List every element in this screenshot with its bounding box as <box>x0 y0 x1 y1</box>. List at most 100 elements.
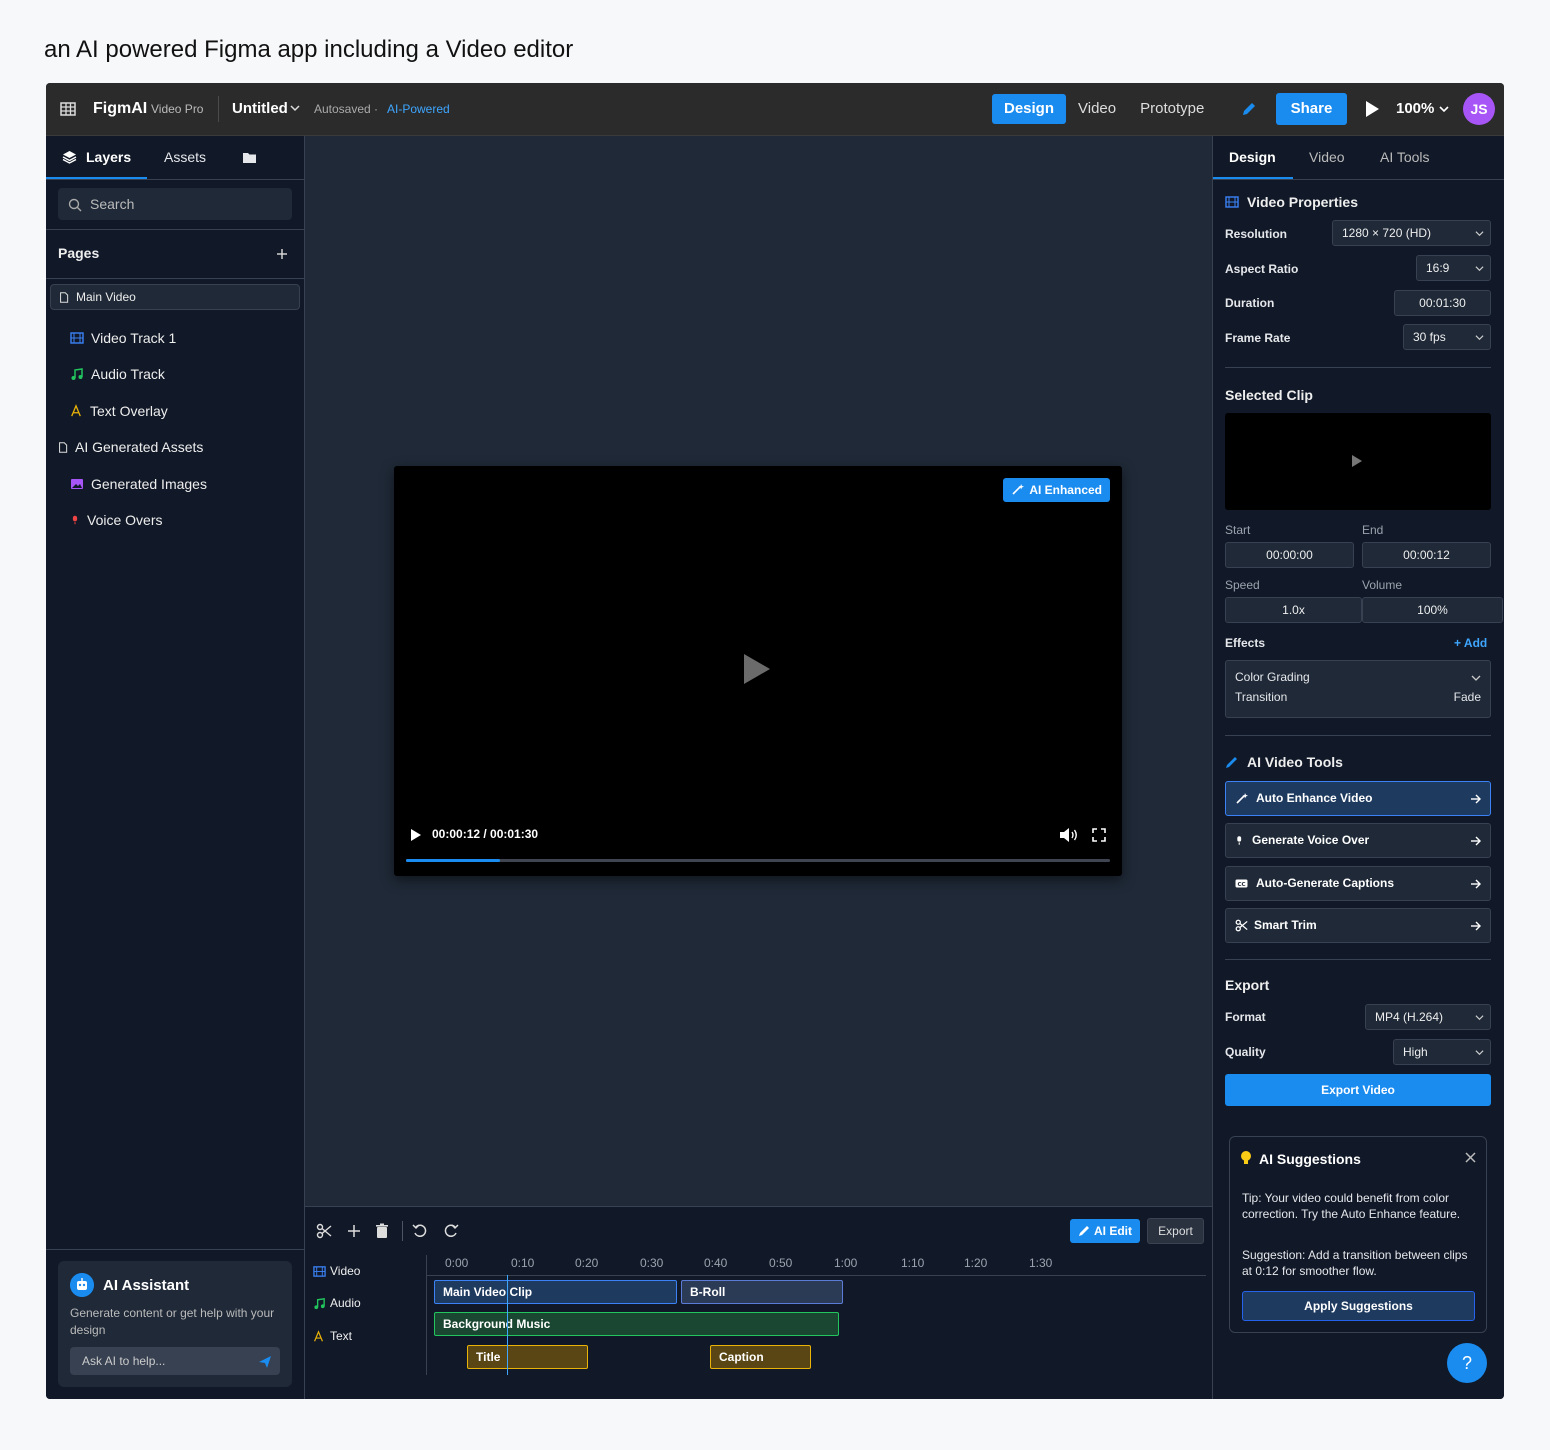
format-label: Format <box>1225 1010 1266 1024</box>
volume-field[interactable]: 100% <box>1362 597 1503 623</box>
tree-item-video-track[interactable]: Video Track 1 <box>70 320 300 356</box>
tree-item-voice-overs[interactable]: Voice Overs <box>70 502 300 538</box>
aspect-ratio-select[interactable]: 16:9 <box>1416 255 1491 281</box>
canvas: AI Enhanced 00:00:12 / 00:01:30 <box>305 136 1212 1206</box>
add-effect-button[interactable]: + Add <box>1454 636 1487 650</box>
track-name: Text <box>330 1329 353 1343</box>
file-name[interactable]: Untitled <box>232 100 288 117</box>
trash-icon[interactable] <box>374 1223 390 1239</box>
mode-video[interactable]: Video <box>1066 94 1128 124</box>
mode-design[interactable]: Design <box>992 94 1067 124</box>
chevron-down-icon[interactable] <box>289 102 301 114</box>
avatar[interactable]: JS <box>1463 93 1495 125</box>
track-name: Audio <box>330 1296 361 1310</box>
tab-assets[interactable]: Assets <box>164 149 206 165</box>
timeline-export-button[interactable]: Export <box>1147 1218 1204 1244</box>
export-video-button[interactable]: Export Video <box>1225 1074 1491 1106</box>
magic-wand-icon <box>1236 793 1248 804</box>
progress-fill <box>406 859 500 862</box>
ruler-tick: 0:50 <box>769 1256 793 1270</box>
clip-background-music[interactable]: Background Music <box>434 1312 839 1336</box>
clip-broll[interactable]: B-Roll <box>681 1280 843 1304</box>
tab-design[interactable]: Design <box>1229 149 1276 165</box>
tree-item-ai-assets[interactable]: AI Generated Assets <box>58 429 300 465</box>
badge-label: AI Enhanced <box>1029 483 1102 497</box>
resolution-select[interactable]: 1280 × 720 (HD) <box>1332 220 1491 246</box>
active-tab-indicator <box>46 177 147 179</box>
video-player[interactable]: AI Enhanced 00:00:12 / 00:01:30 <box>394 466 1122 876</box>
select-value: 30 fps <box>1413 330 1446 344</box>
tree-item-text-overlay[interactable]: Text Overlay <box>70 393 300 429</box>
folder-icon[interactable] <box>242 151 257 164</box>
effect-transition-value: Fade <box>1453 690 1481 704</box>
text-icon <box>314 1329 323 1341</box>
ai-ask-input[interactable] <box>82 1347 252 1375</box>
ruler-tick: 0:10 <box>511 1256 535 1270</box>
clip-main-video[interactable]: Main Video Clip <box>434 1280 677 1304</box>
play-icon[interactable] <box>1364 100 1380 118</box>
frame-rate-select[interactable]: 30 fps <box>1403 324 1491 350</box>
quality-select[interactable]: High <box>1393 1039 1491 1065</box>
add-page-icon[interactable] <box>276 248 288 260</box>
left-tabs: Layers Assets <box>46 136 305 180</box>
left-panel: Layers Assets Pages Main Video Video Tra… <box>46 136 305 1399</box>
scissors-icon[interactable] <box>316 1223 332 1239</box>
tree-item-label: Video Track 1 <box>91 330 177 346</box>
progress-bar[interactable] <box>406 859 1110 862</box>
mode-prototype[interactable]: Prototype <box>1128 94 1216 124</box>
clip-title[interactable]: Title <box>467 1345 588 1369</box>
start-field[interactable]: 00:00:00 <box>1225 542 1354 568</box>
clip-caption[interactable]: Caption <box>710 1345 811 1369</box>
clip-preview[interactable] <box>1225 413 1491 510</box>
volume-icon[interactable] <box>1059 827 1079 843</box>
play-icon[interactable] <box>410 828 422 842</box>
pen-icon[interactable] <box>1240 100 1258 118</box>
tree-item-main-video[interactable]: Main Video <box>50 284 300 310</box>
undo-icon[interactable] <box>412 1223 428 1239</box>
tab-video[interactable]: Video <box>1309 149 1345 165</box>
redo-icon[interactable] <box>443 1223 459 1239</box>
fullscreen-icon[interactable] <box>1092 828 1106 842</box>
search-icon <box>68 198 82 212</box>
aspect-ratio-label: Aspect Ratio <box>1225 262 1299 276</box>
smart-trim-button[interactable]: Smart Trim <box>1225 908 1491 943</box>
tree-item-generated-images[interactable]: Generated Images <box>70 466 300 502</box>
speed-field[interactable]: 1.0x <box>1225 597 1362 623</box>
ruler-tick: 0:00 <box>445 1256 469 1270</box>
tab-layers[interactable]: Layers <box>86 149 131 165</box>
auto-enhance-button[interactable]: Auto Enhance Video <box>1225 781 1491 816</box>
close-icon[interactable] <box>1465 1152 1476 1163</box>
grid-menu-icon[interactable] <box>60 102 76 116</box>
generate-voice-over-button[interactable]: Generate Voice Over <box>1225 823 1491 858</box>
end-field[interactable]: 00:00:12 <box>1362 542 1491 568</box>
chevron-down-icon[interactable] <box>1438 103 1450 115</box>
search-input[interactable] <box>90 188 285 220</box>
effects-box[interactable]: Color Grading Transition Fade <box>1225 660 1491 718</box>
duration-field[interactable]: 00:01:30 <box>1394 290 1491 316</box>
apply-suggestions-button[interactable]: Apply Suggestions <box>1242 1291 1475 1321</box>
ai-suggestions-title: AI Suggestions <box>1259 1151 1361 1167</box>
tab-ai-tools[interactable]: AI Tools <box>1380 149 1430 165</box>
playhead[interactable] <box>507 1275 508 1375</box>
music-icon <box>71 368 83 380</box>
tree-item-audio-track[interactable]: Audio Track <box>70 356 300 392</box>
format-select[interactable]: MP4 (H.264) <box>1365 1004 1491 1030</box>
speed-label: Speed <box>1225 578 1260 592</box>
play-icon[interactable] <box>742 652 772 686</box>
film-icon <box>1225 196 1239 208</box>
share-button[interactable]: Share <box>1276 93 1347 125</box>
play-icon[interactable] <box>1351 454 1363 468</box>
pages-title: Pages <box>58 245 100 261</box>
auto-captions-button[interactable]: CC Auto-Generate Captions <box>1225 866 1491 901</box>
ruler-tick: 0:40 <box>704 1256 728 1270</box>
chevron-down-icon[interactable] <box>1471 673 1481 683</box>
ai-edit-button[interactable]: AI Edit <box>1070 1219 1140 1243</box>
ai-powered-badge: AI-Powered <box>387 102 450 116</box>
send-icon[interactable] <box>258 1355 272 1369</box>
image-icon <box>71 479 83 489</box>
suggestion-text: Suggestion: Add a transition between cli… <box>1242 1248 1468 1278</box>
add-icon[interactable] <box>346 1223 362 1239</box>
effects-label: Effects <box>1225 636 1266 650</box>
zoom-level[interactable]: 100% <box>1396 100 1434 117</box>
help-button[interactable]: ? <box>1447 1343 1487 1383</box>
